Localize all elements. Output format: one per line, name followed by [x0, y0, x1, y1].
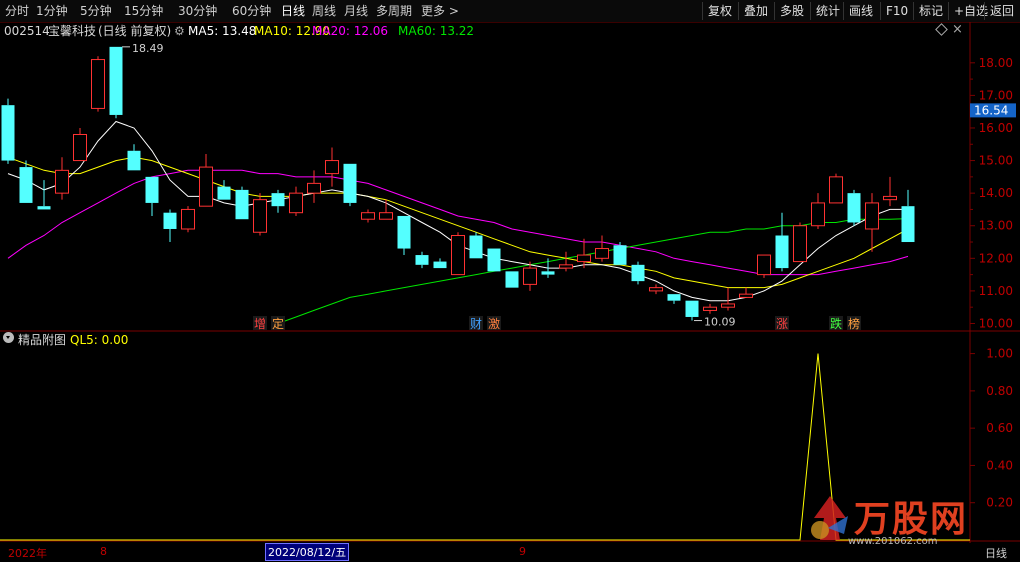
price-label: 10.00 [979, 316, 1013, 330]
price-label: 12.00 [979, 251, 1013, 265]
ql5-legend: QL5: 0.00 [70, 333, 129, 347]
candle-body [109, 46, 123, 115]
ma60-legend: MA60: 13.22 [398, 24, 475, 38]
candle-body [91, 59, 105, 109]
candle-body [613, 245, 627, 265]
candle-body [1, 105, 15, 161]
candle-body [685, 300, 699, 317]
cursor-date: 2022/08/12/五 [265, 543, 350, 561]
price-label: 18.00 [979, 56, 1013, 70]
candle-body [19, 167, 33, 203]
price-label: 16.00 [979, 121, 1013, 135]
watermark-logo: 万股网 www.201062.com [800, 488, 990, 550]
candle-body [847, 193, 861, 223]
candle-body [127, 150, 141, 171]
candle-body [883, 195, 897, 201]
watermark-url: www.201062.com [848, 536, 938, 547]
candle-body [865, 202, 879, 230]
candle-body [325, 160, 339, 175]
adjust-mode: (日线 前复权) [98, 24, 172, 38]
year-label: 2022年 [8, 547, 47, 560]
candle-body [55, 169, 69, 194]
candle-body [289, 192, 303, 214]
price-label: 13.00 [979, 219, 1013, 233]
candle-body [523, 267, 537, 285]
candle-body [181, 208, 195, 230]
event-badge: 跌 [830, 316, 842, 331]
candle-body [595, 248, 609, 259]
indicator-label: 0.60 [986, 421, 1013, 435]
price-label: 14.00 [979, 186, 1013, 200]
low-price-label: 10.09 [704, 316, 736, 329]
candle-body [721, 303, 735, 308]
candle-body [235, 189, 249, 220]
candle-body [433, 261, 447, 269]
candle-body [37, 206, 51, 210]
ma60-line [277, 218, 909, 324]
event-badge: 财 [470, 317, 482, 331]
candle-body [271, 193, 285, 207]
candle-body [397, 215, 411, 249]
candle-body [775, 235, 789, 269]
candle-body [145, 176, 159, 203]
kline-chart[interactable]: 18.00 17.00 16.00 15.00 14.00 13.00 12.00 11.00… [0, 0, 1020, 562]
candle-body [487, 248, 501, 272]
settings-icon[interactable]: ⚙ [174, 22, 185, 40]
candle-body [667, 294, 681, 301]
event-badge: 增 [254, 317, 266, 331]
event-badge: 激 [488, 317, 500, 331]
event-badge: 定 [272, 316, 284, 331]
candle-body [199, 166, 213, 207]
close-icon[interactable]: × [952, 22, 963, 37]
candle-body [541, 271, 555, 275]
current-price-label: 16.54 [974, 103, 1008, 117]
stock-info-bar: 002514 宝馨科技 (日线 前复权) ⚙ MA5: 13.48 MA10: … [0, 22, 970, 40]
candle-body [307, 182, 321, 194]
indicator-label: 0.40 [986, 458, 1013, 472]
candle-body [361, 212, 375, 220]
candle-body [559, 264, 573, 269]
candle-body [829, 176, 843, 204]
candle-body [757, 254, 771, 276]
dropdown-icon[interactable] [3, 332, 14, 343]
month-label-sep: 9 [519, 545, 526, 558]
event-badge: 涨 [776, 316, 788, 331]
candle-body [505, 271, 519, 288]
candle-body [703, 306, 717, 311]
candle-body [793, 225, 807, 263]
candle-body [163, 212, 177, 229]
candle-body [649, 287, 663, 292]
indicator-name[interactable]: 精品附图 [18, 332, 66, 348]
candle-body [469, 235, 483, 259]
price-label: 11.00 [979, 284, 1013, 298]
candle-body [631, 264, 645, 282]
stock-code: 002514 [4, 24, 50, 38]
event-badge: 榜 [848, 316, 860, 331]
indicator-label: 1.00 [986, 347, 1013, 361]
ma5-legend: MA5: 13.48 [188, 24, 257, 38]
indicator-label: 0.80 [986, 384, 1013, 398]
watermark-title: 万股网 [854, 499, 969, 540]
price-label: 17.00 [979, 88, 1013, 102]
candle-body [415, 255, 429, 265]
price-label: 15.00 [979, 154, 1013, 168]
candle-body [379, 212, 393, 220]
candle-body [901, 206, 915, 243]
high-price-label: 18.49 [132, 42, 164, 55]
candle-body [253, 199, 267, 233]
candle-body [739, 293, 753, 298]
candle-body [811, 202, 825, 227]
month-label-aug: 8 [100, 545, 107, 558]
candle-body [343, 163, 357, 203]
candle-body [73, 133, 87, 162]
indicator-label: 0.20 [986, 496, 1013, 510]
candle-body [451, 235, 465, 276]
ma20-legend: MA20: 12.06 [312, 24, 389, 38]
candle-body [217, 186, 231, 200]
stock-name[interactable]: 宝馨科技 [48, 22, 96, 40]
candle-body [577, 254, 591, 263]
